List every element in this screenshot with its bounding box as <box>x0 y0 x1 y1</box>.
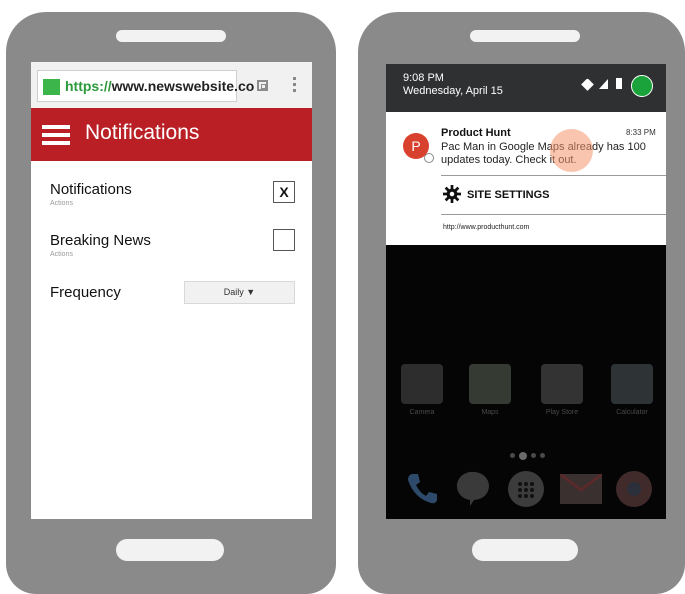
chrome-badge-icon <box>424 153 434 163</box>
notification-source-url: http://www.producthunt.com <box>443 224 530 231</box>
setting-notifications-sub: Actions <box>50 200 73 207</box>
site-settings-button[interactable]: SITE SETTINGS <box>467 189 550 201</box>
status-date: Wednesday, April 15 <box>403 85 503 97</box>
right-phone-speaker <box>470 30 580 42</box>
gmail-icon[interactable] <box>560 474 602 504</box>
right-phone-screen: 9:08 PM Wednesday, April 15 P Product Hu… <box>386 64 666 519</box>
divider <box>441 175 666 176</box>
phone-icon[interactable] <box>404 470 440 506</box>
setting-breaking-news-label: Breaking News <box>50 232 151 249</box>
secure-lock-icon <box>43 79 60 95</box>
overflow-menu-icon[interactable] <box>293 77 297 95</box>
dock <box>386 466 666 508</box>
app-camera[interactable]: Camera <box>392 364 452 416</box>
wifi-icon <box>581 78 594 91</box>
app-label: Camera <box>409 409 435 416</box>
setting-notifications-label: Notifications <box>50 181 132 198</box>
app-label: Maps <box>481 409 499 416</box>
signal-icon <box>599 79 608 89</box>
address-bar[interactable]: https://www.newswebsite.co <box>37 70 254 102</box>
app-play-store[interactable]: Play Store <box>532 364 592 416</box>
system-icons <box>581 77 633 93</box>
status-bar: 9:08 PM Wednesday, April 15 <box>386 64 666 112</box>
touch-indicator <box>550 129 593 172</box>
frequency-label: Frequency <box>50 284 121 301</box>
notification-body: Pac Man in Google Maps already has 100 u… <box>441 141 646 166</box>
left-phone-screen: https://www.newswebsite.co Notifications… <box>31 62 312 519</box>
maps-icon <box>469 364 511 404</box>
calculator-icon <box>611 364 653 404</box>
frequency-select[interactable]: Daily ▼ <box>184 281 295 304</box>
notification-card[interactable]: P Product Hunt 8:33 PM Pac Man in Google… <box>386 112 666 245</box>
profile-avatar[interactable] <box>631 75 653 97</box>
app-calculator[interactable]: Calculator <box>602 364 662 416</box>
page-indicator <box>510 447 555 460</box>
left-phone-speaker <box>116 30 226 42</box>
left-phone-home-button[interactable] <box>116 539 224 561</box>
app-drawer-icon[interactable] <box>507 470 545 508</box>
url-scheme: https:// <box>65 78 112 94</box>
app-bar: Notifications <box>31 108 312 161</box>
app-label: Calculator <box>616 409 648 416</box>
notification-time: 8:33 PM <box>626 128 656 137</box>
right-phone-home-button[interactable] <box>472 539 578 561</box>
hamburger-menu-icon[interactable] <box>42 125 70 146</box>
app-label: Play Store <box>545 409 579 416</box>
play-store-icon <box>541 364 583 404</box>
gear-icon <box>443 185 461 203</box>
notification-app-name: Product Hunt <box>441 127 511 139</box>
divider <box>441 214 666 215</box>
url-text: https://www.newswebsite.co <box>65 78 254 94</box>
app-maps[interactable]: Maps <box>460 364 520 416</box>
chrome-icon[interactable] <box>615 470 653 508</box>
camera-icon <box>401 364 443 404</box>
status-time: 9:08 PM <box>403 72 444 84</box>
browser-toolbar: https://www.newswebsite.co <box>31 62 312 108</box>
notifications-checkbox[interactable]: X <box>273 181 295 203</box>
hangouts-icon[interactable] <box>456 470 492 506</box>
url-host: www.newswebsite.co <box>111 78 255 94</box>
setting-breaking-news-sub: Actions <box>50 251 73 258</box>
breaking-news-checkbox[interactable] <box>273 229 295 251</box>
page-title: Notifications <box>85 121 200 144</box>
tabs-icon[interactable] <box>257 80 268 91</box>
battery-icon <box>616 78 622 89</box>
